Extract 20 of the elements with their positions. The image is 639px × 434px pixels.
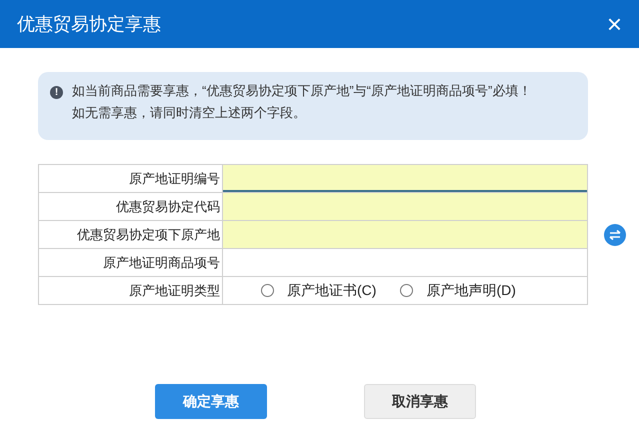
field-label: 优惠贸易协定代码 <box>116 198 220 214</box>
field-label: 原产地证明商品项号 <box>103 254 220 270</box>
radio-option[interactable]: 原产地声明(D) <box>400 280 516 301</box>
field-label: 优惠贸易协定项下原产地 <box>77 226 220 242</box>
alert-text: 如无需享惠，请同时清空上述两个字段。 <box>72 105 307 121</box>
field-label: 原产地证明编号 <box>129 170 220 186</box>
exclamation-icon: ! <box>50 86 63 99</box>
cancel-button[interactable]: 取消享惠 <box>364 384 476 419</box>
alert-text: 如当前商品需要享惠，“优惠贸易协定项下原产地”与“原产地证明商品项号”必填！ <box>72 83 532 99</box>
radio-option[interactable]: 原产地证书(C) <box>261 280 376 301</box>
input-field[interactable] <box>223 221 587 248</box>
input-field[interactable] <box>223 193 587 220</box>
radio-icon[interactable] <box>261 284 274 297</box>
window-title: 优惠贸易协定享惠 <box>17 12 161 36</box>
field-label: 原产地证明类型 <box>129 282 220 298</box>
swap-icon[interactable] <box>604 224 626 246</box>
confirm-button[interactable]: 确定享惠 <box>155 384 267 419</box>
input-field[interactable] <box>223 165 587 192</box>
radio-icon[interactable] <box>400 284 414 297</box>
close-button[interactable]: × <box>606 11 622 37</box>
